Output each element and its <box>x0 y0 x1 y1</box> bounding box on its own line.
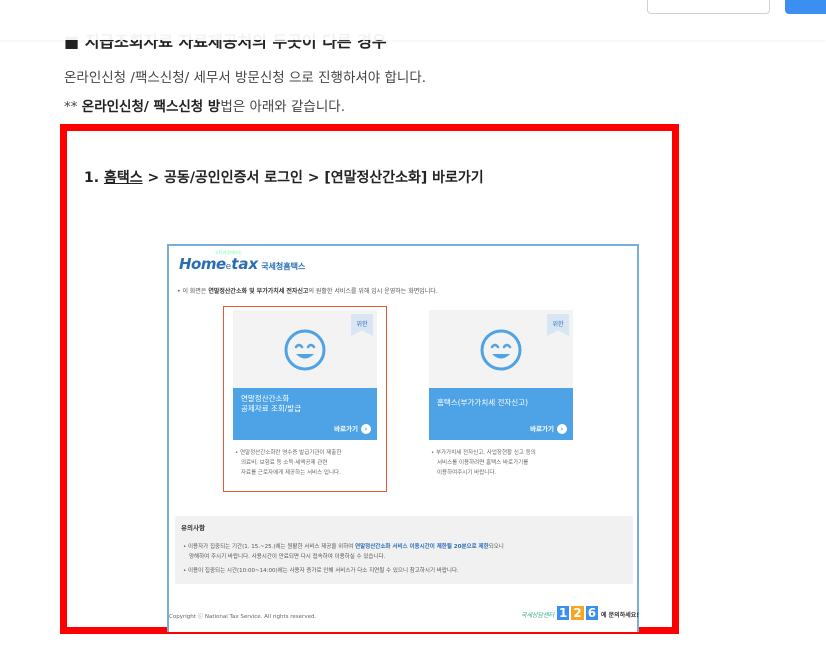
step-number: 1. <box>84 170 104 186</box>
smile-face-icon <box>480 329 522 371</box>
caution-box: 유의사항 • 이용자가 집중되는 기간(1. 15.~25.)에는 원활한 서비… <box>175 516 633 584</box>
caution-line1-pre: • 이용자가 집중되는 기간(1. 15.~25.)에는 원활한 서비스 제공을… <box>183 544 356 550</box>
top-outline-button[interactable] <box>647 0 770 14</box>
go-label: 바로가기 <box>530 425 554 433</box>
line2-bold: 온라인신청/ 팩스신청 방 <box>81 99 221 115</box>
desc-line: 서비스를 이용하려면 홈택스 바로가기를 <box>437 460 529 466</box>
top-bar <box>0 0 826 40</box>
body-line-2: ** 온라인신청/ 팩스신청 방법은 아래와 같습니다. <box>64 95 345 115</box>
line2-prefix: ** <box>64 99 82 115</box>
card-blue-panel: 홈택스(부가가치세 전자신고) 바로가기 › <box>429 388 573 440</box>
caution-line-1: • 이용자가 집중되는 기간(1. 15.~25.)에는 원활한 서비스 제공을… <box>183 542 504 550</box>
help-center: 국세상담센터 126 에 문의하세요! <box>521 606 639 620</box>
caution-line-2: 양해하여 주시기 바랍니다. 사용시간이 만료되면 다시 접속하여 이용하실 수… <box>189 554 386 560</box>
card-title: 홈택스(부가가치세 전자신고) <box>437 398 528 408</box>
logo-tax: tax <box>231 255 259 273</box>
desc-line: • 부가가치세 전자신고, 사업장현황 신고 등의 <box>431 450 536 456</box>
top-primary-button[interactable] <box>785 0 826 14</box>
hometax-link[interactable]: 홈택스 <box>104 170 143 186</box>
go-button[interactable]: 바로가기 › <box>530 423 567 434</box>
notice-rest: 의 원활한 서비스를 위해 임시 운영하는 화면입니다. <box>308 288 438 295</box>
card-title-line1: 홈택스(부가가치세 전자신고) <box>437 398 529 407</box>
line2-rest: 법은 아래와 같습니다. <box>220 99 345 115</box>
card-vat-return[interactable]: 위한 홈택스(부가가치세 전자신고) 바로가기 › <box>429 310 573 440</box>
screenshot-frame: 1. 홈택스 > 공동/공인인증서 로그인 > [연말정산간소화] 바로가기 국… <box>60 124 679 634</box>
help-num: 2 <box>571 606 584 620</box>
logo-korean: 국세청홈택스 <box>261 262 306 271</box>
step-title: 1. 홈택스 > 공동/공인인증서 로그인 > [연말정산간소화] 바로가기 <box>84 167 484 187</box>
help-num: 1 <box>557 606 570 620</box>
hometax-logo: 국민과 함께하는 Homeetax 국세청홈택스 <box>179 250 306 273</box>
help-num: 6 <box>585 606 599 620</box>
card-badge: 위한 <box>547 314 569 336</box>
caution-line-3: • 이용이 집중되는 시간(10:00~14:00)에는 사용자 증가로 인해 … <box>183 568 459 574</box>
help-prefix: 국세상담센터 <box>521 612 555 619</box>
arrow-right-icon: › <box>557 424 567 434</box>
body-line-1: 온라인신청 /팩스신청/ 세무서 방문신청 으로 진행하셔야 합니다. <box>64 70 427 86</box>
notice-text: • 이 화면은 연말정산간소화 및 부가가치세 전자신고의 원활한 서비스를 위… <box>177 286 438 295</box>
notice-prefix: • 이 화면은 <box>177 288 209 295</box>
step-path: > 공동/공인인증서 로그인 > [연말정산간소화] 바로가기 <box>142 170 484 186</box>
notice-bold: 연말정산간소화 및 부가가치세 전자신고 <box>208 288 309 295</box>
hometax-footer: Copyright ⓒ National Tax Service. All ri… <box>169 604 639 624</box>
desc-line: 이용하여주시기 바랍니다. <box>437 470 497 476</box>
copyright: Copyright ⓒ National Tax Service. All ri… <box>169 614 317 620</box>
logo-home: Home <box>179 255 226 273</box>
help-suffix: 에 문의하세요! <box>601 612 639 619</box>
caution-line1-bold: 연말정산간소화 서비스 이용시간이 제한될 20분으로 제한 <box>355 544 489 550</box>
logo-tagline: 국민과 함께하는 <box>215 250 243 255</box>
caution-title: 유의사항 <box>181 524 205 532</box>
hometax-page: 국민과 함께하는 Homeetax 국세청홈택스 • 이 화면은 연말정산간소화 … <box>167 244 639 632</box>
card-2-description: • 부가가치세 전자신고, 사업장현황 신고 등의 서비스를 이용하려면 홈택스… <box>431 448 536 478</box>
caution-line1-post: 되오니 <box>488 544 504 550</box>
highlight-box <box>223 306 387 492</box>
